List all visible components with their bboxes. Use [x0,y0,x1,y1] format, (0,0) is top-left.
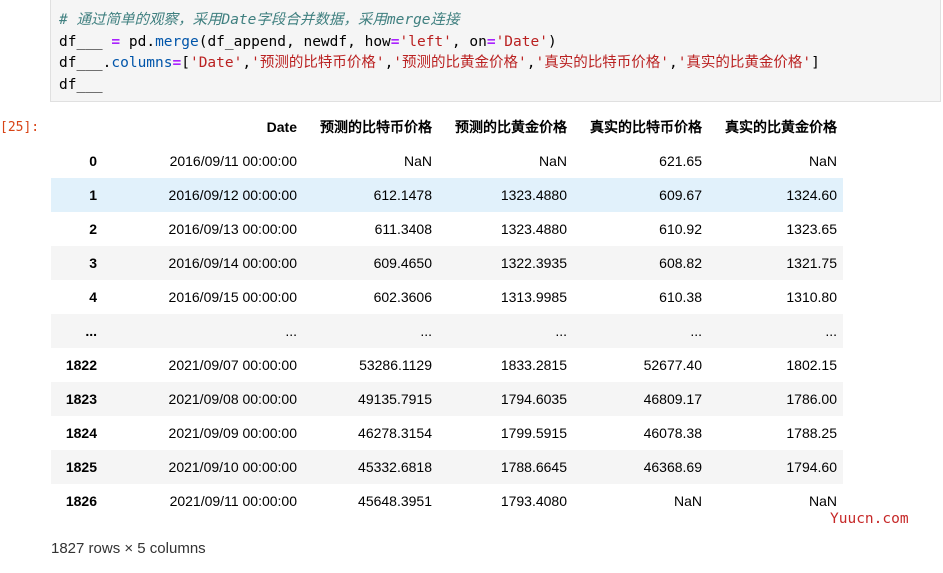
column-header-real-gold: 真实的比黄金价格 [708,110,843,145]
table-cell: NaN [808,153,837,170]
table-cell: 609.67 [659,187,702,203]
table-cell: 1794.6035 [500,391,567,407]
row-index-cell: 1825 [65,459,97,475]
output-prompt: [25]: [0,120,40,135]
table-cell: 49135.7915 [358,391,432,407]
table-cell: 2021/09/07 00:00:00 [168,357,297,373]
row-index-cell: 1826 [65,493,97,509]
table-cell: 2021/09/10 00:00:00 [168,459,297,475]
table-cell: 1788.25 [786,425,837,441]
table-cell: 609.4650 [373,255,432,271]
table-row[interactable]: 2 2016/09/13 00:00:00 611.3408 1323.4880 610… [51,212,843,246]
table-cell: 1323.4880 [500,221,567,237]
table-cell: 610.38 [659,289,702,305]
table-cell: 621.65 [659,153,702,170]
table-cell: 53286.1129 [359,357,432,373]
table-cell: 46809.17 [643,391,702,407]
table-cell: 611.3408 [374,221,432,237]
table-cell: 1786.00 [786,391,837,407]
table-row[interactable]: 1825 2021/09/10 00:00:00 45332.6818 1788.66… [51,450,843,484]
table-body: 0 2016/09/11 00:00:00 NaN NaN 621.65 NaN 1 2016… [51,144,843,518]
column-header-date: Date [103,110,303,145]
table-cell: 52677.40 [643,357,702,373]
table-row[interactable]: 1823 2021/09/08 00:00:00 49135.7915 1794.60… [51,382,843,416]
table-cell: 45332.6818 [358,459,432,475]
row-index-cell: 1 [89,187,97,203]
table-row[interactable]: 4 2016/09/15 00:00:00 602.3606 1313.9985 610… [51,280,843,314]
table-cell: ... [285,323,297,339]
column-header-pred-btc: 预测的比特币价格 [303,110,438,145]
table-cell: 2016/09/12 00:00:00 [168,187,297,203]
table-cell: 2016/09/14 00:00:00 [168,255,297,271]
table-cell: 1793.4080 [500,493,567,509]
row-index-cell: ... [85,323,97,339]
table-cell: 610.92 [659,221,702,237]
table-cell: 1833.2815 [500,357,567,373]
table-cell: NaN [673,493,702,509]
table-cell: 46368.69 [643,459,702,475]
table-cell: 2016/09/15 00:00:00 [168,289,297,305]
table-cell: ... [690,323,702,339]
table-header-row: Date 预测的比特币价格 预测的比黄金价格 真实的比特币价格 真实的比黄金价格 [51,110,843,145]
table-cell: 612.1478 [373,187,432,203]
row-index-cell: 2 [89,221,97,237]
watermark: Yuucn.com [830,511,909,527]
row-index-cell: 4 [89,289,97,305]
table-cell: 46078.38 [643,425,702,441]
code-comment-line: # 通过简单的观察，采用Date字段合并数据，采用merge连接 [59,12,460,28]
table-cell: 45648.3951 [358,493,432,509]
table-cell: 46278.3154 [358,425,432,441]
table-row[interactable]: 1822 2021/09/07 00:00:00 53286.1129 1833.28… [51,348,843,382]
dataframe-table: Date 预测的比特币价格 预测的比黄金价格 真实的比特币价格 真实的比黄金价格… [51,110,843,518]
table-cell: ... [420,323,432,339]
table-cell: ... [825,323,837,339]
table-row[interactable]: 1826 2021/09/11 00:00:00 45648.3951 1793.40… [51,484,843,518]
table-row[interactable]: 1 2016/09/12 00:00:00 612.1478 1323.4880 609… [51,178,843,212]
row-index-cell: 0 [89,153,97,170]
row-index-cell: 3 [89,255,97,271]
table-cell: 1322.3935 [500,255,567,271]
table-cell: 2021/09/08 00:00:00 [168,391,297,407]
column-header-real-btc: 真实的比特币价格 [573,110,708,145]
table-cell: NaN [403,153,432,170]
table-cell: 1799.5915 [500,425,567,441]
row-index-cell: 1822 [65,357,97,373]
table-row[interactable]: 0 2016/09/11 00:00:00 NaN NaN 621.65 NaN [51,144,843,178]
table-cell: 1321.75 [786,255,837,271]
code-cell[interactable]: # 通过简单的观察，采用Date字段合并数据，采用merge连接 df___ =… [50,0,941,102]
table-cell: 1324.60 [786,187,837,203]
index-header [51,110,103,145]
table-cell: ... [555,323,567,339]
table-cell: 1313.9985 [500,289,567,305]
column-header-pred-gold: 预测的比黄金价格 [438,110,573,145]
table-row[interactable]: 1824 2021/09/09 00:00:00 46278.3154 1799.59… [51,416,843,450]
code-line-columns: df___.columns=['Date','预测的比特币价格','预测的比黄金… [59,55,820,71]
table-cell: 608.82 [659,255,702,271]
table-cell: NaN [538,153,567,170]
table-cell: 1323.4880 [500,187,567,203]
table-cell: 1788.6645 [500,459,567,475]
row-index-cell: 1824 [65,425,97,441]
table-row[interactable]: .................. [51,314,843,348]
code-line-merge: df___ = pd.merge(df_append, newdf, how='… [59,34,557,50]
row-count-footer: 1827 rows × 5 columns [51,540,206,557]
table-cell: 602.3606 [373,289,432,305]
table-row[interactable]: 3 2016/09/14 00:00:00 609.4650 1322.3935 608… [51,246,843,280]
row-index-cell: 1823 [65,391,97,407]
table-cell: 1323.65 [786,221,837,237]
table-cell: 2021/09/09 00:00:00 [168,425,297,441]
table-cell: 1794.60 [786,459,837,475]
table-cell: 2016/09/11 00:00:00 [169,153,297,170]
table-cell: 2021/09/11 00:00:00 [169,493,297,509]
code-line-output-var: df___ [59,77,103,93]
table-cell: 2016/09/13 00:00:00 [168,221,297,237]
table-cell: 1310.80 [786,289,837,305]
table-cell: 1802.15 [786,357,837,373]
table-cell: NaN [808,493,837,509]
